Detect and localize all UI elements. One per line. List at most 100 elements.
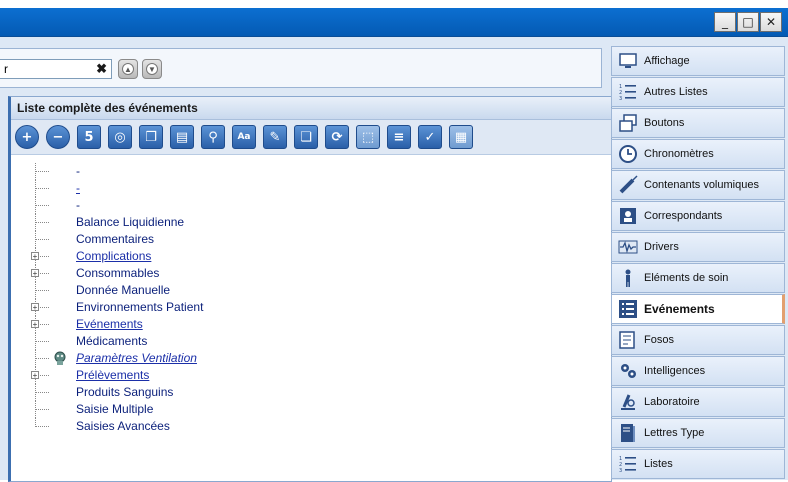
add-button[interactable]: + xyxy=(15,125,39,149)
tree-item[interactable]: - xyxy=(29,197,429,214)
form-edit-icon xyxy=(618,330,638,350)
remove-button[interactable]: − xyxy=(46,125,70,149)
sidebar-item-listes[interactable]: 1 2 3 Listes xyxy=(611,449,785,479)
sidebar-item-autres-listes[interactable]: 1 2 3 Autres Listes xyxy=(611,77,785,107)
tree-item[interactable]: Donnée Manuelle xyxy=(29,282,429,299)
copy-button[interactable]: ❐ xyxy=(139,125,163,149)
validate-icon: ✓ xyxy=(424,129,436,145)
sidebar-item-label: Fosos xyxy=(644,334,674,346)
windows-button[interactable]: ❏ xyxy=(294,125,318,149)
tree-connector xyxy=(35,409,49,410)
tree-item[interactable]: - xyxy=(29,163,429,180)
minimize-button[interactable]: _ xyxy=(714,12,736,32)
svg-text:3: 3 xyxy=(619,96,622,102)
tree-item-label: Paramètres Ventilation xyxy=(76,351,197,365)
font-button[interactable]: Aa xyxy=(232,125,256,149)
tree-item-label: Prélèvements xyxy=(76,368,150,382)
search-input[interactable] xyxy=(0,60,88,78)
panel-title: Liste complète des événements xyxy=(11,97,611,120)
expand-icon[interactable]: + xyxy=(31,252,39,261)
tree-item-label: - xyxy=(76,181,80,195)
sidebar-item-lettres-type[interactable]: Lettres Type xyxy=(611,418,785,448)
tree-item[interactable]: Paramètres Ventilation xyxy=(29,350,429,367)
windows-icon: ❏ xyxy=(300,129,312,145)
numbered-list-icon: 123 xyxy=(618,454,638,474)
tree-item-label: Donnée Manuelle xyxy=(76,283,171,297)
windows-icon xyxy=(618,113,638,133)
link-button[interactable]: ⚲ xyxy=(201,125,225,149)
sidebar-item-label: Chronomètres xyxy=(644,148,714,160)
align-button[interactable]: ≡ xyxy=(387,125,411,149)
window-titlebar: _ □ ✕ xyxy=(0,8,788,37)
tree-item[interactable]: + Environnements Patient xyxy=(29,299,429,316)
close-button[interactable]: ✕ xyxy=(760,12,782,32)
tree-item[interactable]: Commentaires xyxy=(29,231,429,248)
tree-item-label: Commentaires xyxy=(76,232,155,246)
sidebar-item-chronometres[interactable]: Chronomètres xyxy=(611,139,785,169)
add-icon: + xyxy=(21,129,33,145)
category-sidebar: Affichage 1 2 3 Autres Listes Boutons Chronomè… xyxy=(611,46,788,480)
tree-connector xyxy=(35,222,49,223)
chevron-up-icon: ▲ xyxy=(122,63,134,75)
list-icon xyxy=(618,299,638,319)
maximize-button[interactable]: □ xyxy=(737,12,759,32)
tree-item-label: Balance Liquidienne xyxy=(76,215,185,229)
tree-connector xyxy=(35,290,49,291)
expand-icon[interactable]: + xyxy=(31,269,39,278)
tree-connector xyxy=(35,171,49,172)
search-panel: ✖ ▲ ▼ xyxy=(0,48,602,88)
sidebar-item-boutons[interactable]: Boutons xyxy=(611,108,785,138)
events-panel: Liste complète des événements + − 5 ◎ ❐ ▤ ⚲ Aa ✎… xyxy=(8,96,612,482)
paste-button[interactable]: ▤ xyxy=(170,125,194,149)
paste-icon: ▤ xyxy=(175,129,189,145)
sidebar-item-elements-de-soin[interactable]: Eléments de soin xyxy=(611,263,785,293)
tree-connector xyxy=(35,205,49,206)
sidebar-item-laboratoire[interactable]: Laboratoire xyxy=(611,387,785,417)
form-button[interactable]: 5 xyxy=(77,125,101,149)
form-icon: 5 xyxy=(84,129,94,145)
sidebar-item-label: Eléments de soin xyxy=(644,272,729,284)
tree-item[interactable]: Saisies Avancées xyxy=(29,418,429,435)
events-tree: - - - Balance Liquidienne Commentaires + Compl… xyxy=(29,163,429,435)
grid-button[interactable]: ▦ xyxy=(449,125,473,149)
sidebar-item-evenements[interactable]: Evénements xyxy=(611,294,785,324)
sidebar-item-contenants-volumiques[interactable]: Contenants volumiques xyxy=(611,170,785,200)
tree-item-label: Consommables xyxy=(76,266,160,280)
tree-item[interactable]: Médicaments xyxy=(29,333,429,350)
globe-button[interactable]: ◎ xyxy=(108,125,132,149)
edit-button[interactable]: ✎ xyxy=(263,125,287,149)
sidebar-item-drivers[interactable]: Drivers xyxy=(611,232,785,262)
tree-item[interactable]: Balance Liquidienne xyxy=(29,214,429,231)
search-down-button[interactable]: ▼ xyxy=(142,59,162,79)
sidebar-item-label: Lettres Type xyxy=(644,427,705,439)
search-field[interactable]: ✖ xyxy=(0,59,112,79)
tree-item[interactable]: - xyxy=(29,180,429,197)
expand-icon[interactable]: + xyxy=(31,320,39,329)
clear-search-button[interactable]: ✖ xyxy=(96,61,107,77)
sidebar-item-fosos[interactable]: Fosos xyxy=(611,325,785,355)
sidebar-item-label: Intelligences xyxy=(644,365,706,377)
expand-icon[interactable]: + xyxy=(31,371,39,380)
syringe-icon xyxy=(618,175,638,195)
tree-item-label: Saisies Avancées xyxy=(76,419,170,433)
overflow-text: …………………………………… xyxy=(140,0,322,4)
waveform-icon xyxy=(618,237,638,257)
select-button[interactable]: ⬚ xyxy=(356,125,380,149)
tree-item[interactable]: + Consommables xyxy=(29,265,429,282)
expand-icon[interactable]: + xyxy=(31,303,39,312)
tree-item[interactable]: + Complications xyxy=(29,248,429,265)
sidebar-item-affichage[interactable]: Affichage xyxy=(611,46,785,76)
align-icon: ≡ xyxy=(393,129,405,145)
search-up-button[interactable]: ▲ xyxy=(118,59,138,79)
gear-cluster-icon xyxy=(618,361,638,381)
refresh-button[interactable]: ⟳ xyxy=(325,125,349,149)
sidebar-item-correspondants[interactable]: Correspondants xyxy=(611,201,785,231)
select-icon: ⬚ xyxy=(361,129,375,145)
tree-item[interactable]: + Prélèvements xyxy=(29,367,429,384)
tree-item[interactable]: Produits Sanguins xyxy=(29,384,429,401)
sidebar-item-label: Contenants volumiques xyxy=(644,179,759,191)
validate-button[interactable]: ✓ xyxy=(418,125,442,149)
sidebar-item-intelligences[interactable]: Intelligences xyxy=(611,356,785,386)
tree-item[interactable]: Saisie Multiple xyxy=(29,401,429,418)
tree-item[interactable]: + Evénements xyxy=(29,316,429,333)
